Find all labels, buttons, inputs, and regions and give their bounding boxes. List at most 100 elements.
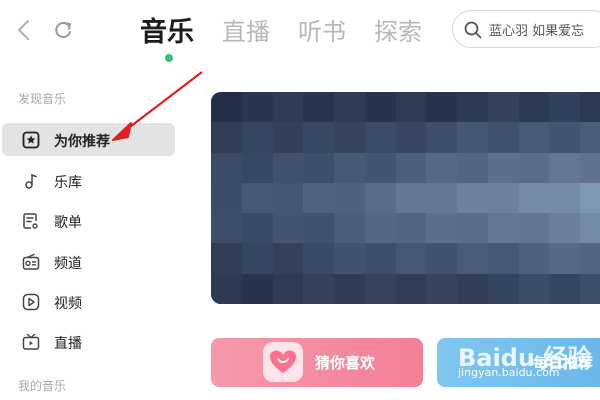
banner-pixel xyxy=(457,213,488,244)
banner-pixel xyxy=(487,243,519,274)
banner-pixel xyxy=(487,213,519,244)
sidebar-item-label: 直播 xyxy=(54,336,82,352)
banner-pixel xyxy=(334,152,365,183)
banner-pixel xyxy=(395,273,427,304)
banner-pixel xyxy=(303,122,335,153)
sidebar-item-label: 乐库 xyxy=(54,175,82,191)
banner-pixel xyxy=(487,152,519,183)
banner-pixel xyxy=(457,122,488,153)
banner-pixel xyxy=(580,273,600,304)
banner-pixel xyxy=(272,92,304,123)
tab-explore[interactable]: 探索 xyxy=(374,12,422,47)
radio-icon xyxy=(22,253,40,270)
banner-pixel xyxy=(272,243,304,274)
banner-pixel xyxy=(241,92,273,123)
banner-pixel xyxy=(580,152,600,183)
banner-pixel xyxy=(364,213,396,244)
banner-pixel xyxy=(518,182,550,214)
banner-pixel xyxy=(364,273,396,304)
banner-pixel xyxy=(334,122,365,153)
banner-pixel xyxy=(549,92,581,123)
playlist-icon xyxy=(23,213,38,229)
sidebar-item-label: 为你推荐 xyxy=(54,134,110,150)
banner-pixel xyxy=(518,122,550,153)
banner-pixel xyxy=(518,243,550,274)
banner-pixel xyxy=(426,92,458,123)
sidebar-item-label: 歌单 xyxy=(54,215,82,231)
star-icon xyxy=(22,131,40,149)
banner-pixel xyxy=(303,213,335,244)
banner-pixel xyxy=(241,122,273,153)
banner-pixel xyxy=(334,273,365,304)
banner-pixel xyxy=(364,152,396,183)
sidebar-item-playlists[interactable]: 歌单 xyxy=(2,204,175,237)
tab-live[interactable]: 直播 xyxy=(222,12,270,47)
banner-pixel xyxy=(549,273,581,304)
sidebar-item-library[interactable]: 乐库 xyxy=(2,164,175,197)
banner-pixel xyxy=(457,273,488,304)
banner-pixel xyxy=(580,243,600,274)
banner-pixel xyxy=(334,182,365,214)
banner-pixel xyxy=(334,213,365,244)
banner-pixel xyxy=(272,182,304,214)
tab-music[interactable]: 音乐 xyxy=(140,10,194,49)
banner-pixel xyxy=(395,122,427,153)
banner-pixel xyxy=(395,152,427,183)
banner-pixel xyxy=(334,92,365,123)
search-input[interactable]: 蓝心羽 如果爱忘 xyxy=(452,10,600,48)
banner-pixel xyxy=(395,182,427,214)
banner-pixel xyxy=(518,213,550,244)
banner-pixel xyxy=(272,152,304,183)
banner-pixel xyxy=(549,152,581,183)
banner-pixel xyxy=(580,213,600,244)
banner-pixel xyxy=(241,273,273,304)
banner-pixel xyxy=(364,92,396,123)
banner-pixel xyxy=(395,213,427,244)
sidebar-item-live[interactable]: 直播 xyxy=(2,325,175,358)
banner-pixel xyxy=(580,92,600,123)
active-tab-indicator xyxy=(165,54,173,62)
section-title-discover: 发现音乐 xyxy=(18,92,67,106)
banner-pixel xyxy=(457,92,488,123)
banner-pixel xyxy=(426,213,458,244)
banner-pixel xyxy=(487,92,519,123)
banner-pixel xyxy=(549,182,581,214)
banner-pixel xyxy=(241,243,273,274)
banner-pixel xyxy=(580,122,600,153)
banner-pixel xyxy=(241,213,273,244)
banner-pixel xyxy=(211,243,242,274)
tv-icon xyxy=(22,333,40,350)
recommend-banner[interactable] xyxy=(211,92,600,304)
back-arrow-icon[interactable] xyxy=(14,18,34,42)
banner-pixel xyxy=(241,182,273,214)
sidebar-item-channels[interactable]: 频道 xyxy=(2,245,175,278)
banner-pixel xyxy=(272,273,304,304)
banner-pixel xyxy=(211,92,242,123)
banner-pixel xyxy=(487,122,519,153)
banner-pixel xyxy=(580,182,600,214)
banner-pixel xyxy=(211,213,242,244)
sidebar-item-label: 视频 xyxy=(54,296,82,312)
banner-pixel xyxy=(334,243,365,274)
banner-pixel xyxy=(426,152,458,183)
video-icon xyxy=(22,293,40,311)
sidebar-item-recommend[interactable]: 为你推荐 xyxy=(2,123,175,156)
sidebar-item-videos[interactable]: 视频 xyxy=(2,285,175,318)
banner-pixel xyxy=(303,152,335,183)
refresh-icon[interactable] xyxy=(52,18,74,42)
banner-pixel xyxy=(364,182,396,214)
sidebar-item-label: 频道 xyxy=(54,256,82,272)
watermark-url: jingyan.baidu.com xyxy=(458,366,560,379)
banner-pixel xyxy=(457,243,488,274)
banner-pixel xyxy=(211,273,242,304)
banner-pixel xyxy=(364,243,396,274)
guess-you-like-card[interactable]: 猜你喜欢 xyxy=(211,338,423,387)
tab-audiobook[interactable]: 听书 xyxy=(298,12,346,47)
banner-pixel xyxy=(211,122,242,153)
banner-pixel xyxy=(211,152,242,183)
banner-pixel xyxy=(426,182,458,214)
banner-pixel xyxy=(549,122,581,153)
heart-icon xyxy=(263,342,303,382)
banner-pixel xyxy=(303,92,335,123)
banner-image xyxy=(211,92,600,304)
